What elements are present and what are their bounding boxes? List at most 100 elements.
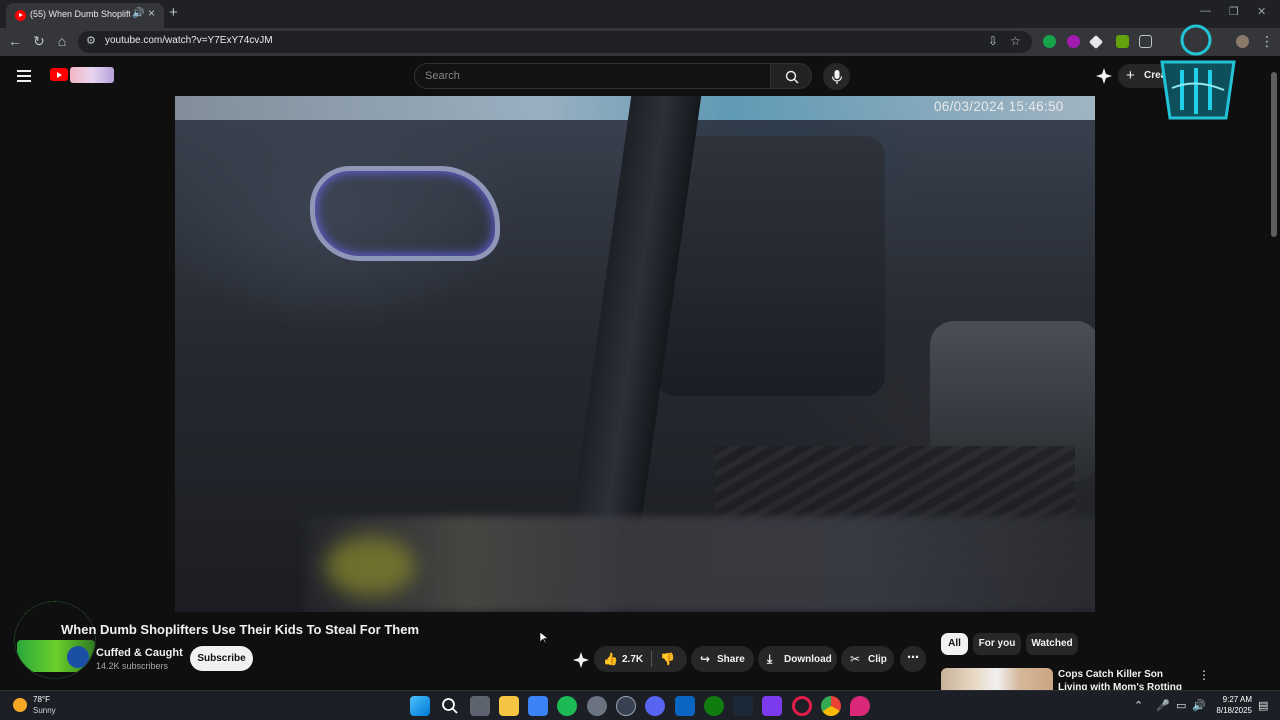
subscribe-button[interactable]: Subscribe bbox=[190, 646, 253, 671]
scissors-icon: ✂ bbox=[850, 652, 861, 666]
channel-watermark-logo bbox=[1160, 24, 1236, 120]
recommended-video-title[interactable]: Cops Catch Killer Son Living with Mom's … bbox=[1058, 668, 1192, 690]
dislike-thumb-down-icon[interactable]: 👎 bbox=[660, 652, 675, 666]
scrollbar-thumb[interactable] bbox=[1271, 72, 1277, 237]
search-input[interactable] bbox=[415, 64, 770, 88]
spotify-icon[interactable] bbox=[557, 696, 577, 716]
app-pin-icon[interactable] bbox=[850, 696, 870, 716]
notification-icon[interactable]: ▤ bbox=[1258, 699, 1268, 712]
like-dislike-group: 👍 2.7K 👎 bbox=[594, 646, 687, 672]
share-button[interactable]: ↪ Share bbox=[691, 646, 754, 672]
plus-icon: + bbox=[1126, 67, 1135, 84]
file-explorer-icon[interactable] bbox=[499, 696, 519, 716]
like-thumb-up-icon[interactable]: 👍 bbox=[603, 652, 618, 666]
clip-label: Clip bbox=[868, 654, 887, 665]
tray-mic-icon[interactable]: 🎤 bbox=[1156, 699, 1170, 712]
browser-tab-strip: (55) When Dumb Shoplifters Use Their Kid… bbox=[0, 0, 1280, 28]
close-tab-icon[interactable]: × bbox=[148, 6, 155, 20]
clock-time: 9:27 AM bbox=[1222, 695, 1252, 704]
install-app-icon[interactable]: ⇩ bbox=[988, 34, 998, 48]
xbox-icon[interactable] bbox=[704, 696, 724, 716]
steam-icon[interactable] bbox=[733, 696, 753, 716]
video-blurred-yellow bbox=[325, 536, 415, 596]
chrome-icon[interactable] bbox=[821, 696, 841, 716]
new-tab-icon[interactable]: + bbox=[169, 4, 178, 21]
task-view-icon[interactable] bbox=[470, 696, 490, 716]
address-bar[interactable]: ⚙ youtube.com/watch?v=Y7ExY74cvJM ⇩ ☆ bbox=[78, 31, 1032, 53]
clock-date: 8/18/2025 bbox=[1216, 706, 1252, 715]
extension-grammar-icon[interactable] bbox=[1043, 35, 1056, 48]
recommended-video-thumbnail[interactable] bbox=[941, 668, 1053, 690]
microphone-icon bbox=[831, 69, 842, 84]
windows-taskbar: 78°F Sunny ⌃ 🎤 ▭ 🔊 9:27 AM 8/18/2025 ▤ bbox=[0, 690, 1280, 720]
opera-gx-icon[interactable] bbox=[792, 696, 812, 716]
gemini-sparkle-icon[interactable] bbox=[1096, 68, 1112, 84]
chip-watched[interactable]: Watched bbox=[1026, 633, 1078, 655]
download-label: Download bbox=[784, 654, 832, 665]
weather-condition[interactable]: Sunny bbox=[33, 706, 56, 715]
tray-expand-icon[interactable]: ⌃ bbox=[1134, 699, 1143, 712]
windows-start-icon[interactable] bbox=[410, 696, 430, 716]
site-info-icon[interactable]: ⚙ bbox=[86, 34, 96, 47]
share-arrow-icon: ↪ bbox=[700, 652, 711, 666]
voice-search-button[interactable] bbox=[823, 63, 850, 90]
video-title: When Dumb Shoplifters Use Their Kids To … bbox=[61, 622, 420, 637]
taskbar-clock[interactable]: 9:27 AM 8/18/2025 bbox=[1208, 694, 1252, 716]
channel-name[interactable]: Cuffed & Caught bbox=[96, 647, 183, 659]
bodycam-timestamp: 06/03/2024 15:46:50 bbox=[934, 99, 1064, 114]
clip-button[interactable]: ✂ Clip bbox=[841, 646, 894, 672]
share-label: Share bbox=[717, 654, 745, 665]
outlook-icon[interactable] bbox=[675, 696, 695, 716]
app-purple-icon[interactable] bbox=[762, 696, 782, 716]
weather-temperature[interactable]: 78°F bbox=[33, 695, 50, 704]
video-blurred-region bbox=[305, 516, 1095, 612]
chip-for-you[interactable]: For you bbox=[973, 633, 1021, 655]
browser-tab[interactable]: (55) When Dumb Shoplifters Use Their Kid… bbox=[6, 3, 164, 28]
extensions-puzzle-icon[interactable] bbox=[1139, 35, 1152, 48]
youtube-doodle-logo[interactable] bbox=[70, 67, 114, 83]
extension-green-icon[interactable] bbox=[1116, 35, 1129, 48]
network-icon[interactable]: ▭ bbox=[1176, 699, 1186, 712]
reload-icon[interactable]: ↻ bbox=[30, 33, 48, 50]
channel-avatar[interactable] bbox=[14, 601, 96, 679]
ask-gemini-icon[interactable] bbox=[573, 652, 589, 668]
discord-icon[interactable] bbox=[645, 696, 665, 716]
search-box[interactable] bbox=[414, 63, 771, 89]
speaker-icon[interactable]: 🔊 bbox=[132, 8, 144, 19]
subscriber-count: 14.2K subscribers bbox=[96, 661, 169, 671]
video-player[interactable]: 06/03/2024 15:46:50 bbox=[175, 96, 1095, 612]
download-button[interactable]: ⤓ Download bbox=[758, 646, 837, 672]
browser-toolbar: ← ↻ ⌂ ⚙ youtube.com/watch?v=Y7ExY74cvJM … bbox=[0, 28, 1280, 56]
url-text: youtube.com/watch?v=Y7ExY74cvJM bbox=[105, 35, 273, 46]
like-count[interactable]: 2.7K bbox=[622, 654, 643, 665]
volume-icon[interactable]: 🔊 bbox=[1192, 699, 1206, 712]
microsoft-store-icon[interactable] bbox=[528, 696, 548, 716]
close-window-icon[interactable]: ✕ bbox=[1257, 5, 1266, 18]
extension-diamond-icon[interactable] bbox=[1088, 34, 1104, 50]
more-actions-button[interactable]: ⋯ bbox=[900, 646, 926, 672]
chip-all[interactable]: All bbox=[941, 633, 968, 655]
restore-icon[interactable]: ❐ bbox=[1229, 5, 1239, 18]
download-icon: ⤓ bbox=[767, 652, 773, 666]
recommended-video-menu-icon[interactable]: ⋮ bbox=[1198, 668, 1210, 682]
browser-menu-icon[interactable]: ⋮ bbox=[1258, 33, 1276, 50]
channel-logo bbox=[17, 640, 95, 672]
taskbar-search-icon[interactable] bbox=[440, 696, 460, 716]
youtube-favicon-icon bbox=[15, 10, 26, 21]
search-button[interactable] bbox=[771, 63, 812, 89]
menu-hamburger-icon[interactable] bbox=[17, 70, 31, 82]
bookmark-star-icon[interactable]: ☆ bbox=[1010, 34, 1021, 48]
like-divider bbox=[651, 651, 652, 667]
home-icon[interactable]: ⌂ bbox=[53, 33, 71, 49]
obs-studio-icon[interactable] bbox=[616, 696, 636, 716]
more-horizontal-icon: ⋯ bbox=[907, 650, 919, 664]
extension-purple-icon[interactable] bbox=[1067, 35, 1080, 48]
search-icon bbox=[785, 70, 799, 84]
app-gray-icon[interactable] bbox=[587, 696, 607, 716]
youtube-logo-icon[interactable] bbox=[50, 68, 68, 81]
back-icon[interactable]: ← bbox=[6, 33, 24, 49]
minimize-icon[interactable]: — bbox=[1200, 5, 1211, 17]
page-scrollbar[interactable] bbox=[1270, 62, 1278, 690]
sun-weather-icon[interactable] bbox=[13, 698, 27, 712]
mouse-cursor-icon bbox=[540, 632, 548, 644]
